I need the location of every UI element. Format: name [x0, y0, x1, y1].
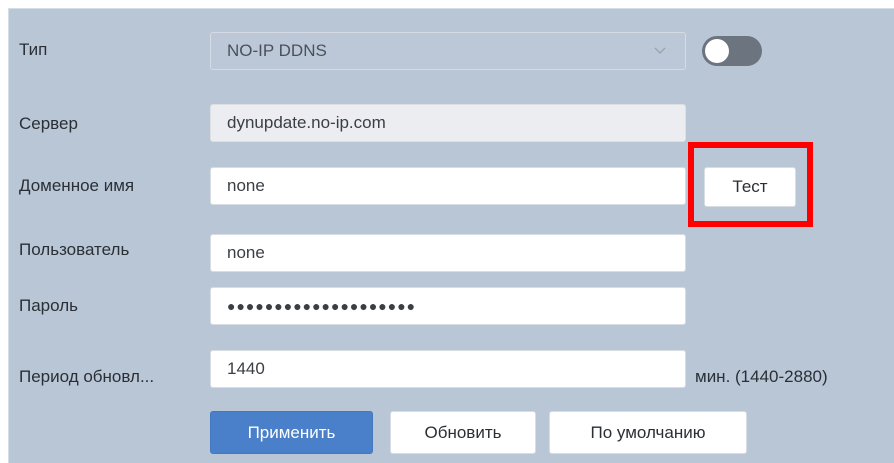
user-label: Пользователь — [19, 240, 130, 259]
highlight-box — [688, 142, 813, 227]
chevron-down-icon — [654, 47, 666, 54]
server-field: dynupdate.no-ip.com — [210, 104, 686, 142]
password-input[interactable]: ●●●●●●●●●●●●●●●●●●●● — [210, 287, 686, 325]
type-select-value: NO-IP DDNS — [227, 41, 327, 60]
user-input[interactable]: none — [210, 234, 686, 272]
domain-label: Доменное имя — [19, 176, 135, 195]
refresh-button[interactable]: Обновить — [390, 411, 536, 454]
period-input[interactable]: 1440 — [210, 350, 686, 388]
ddns-enable-toggle[interactable] — [702, 36, 762, 66]
server-label: Сервер — [19, 114, 78, 133]
apply-button[interactable]: Применить — [210, 411, 373, 454]
default-button[interactable]: По умолчанию — [549, 411, 747, 454]
toggle-knob — [705, 39, 729, 63]
period-unit: мин. (1440-2880) — [695, 367, 828, 386]
password-label: Пароль — [19, 296, 78, 315]
period-label: Период обновл... — [19, 367, 155, 386]
type-label: Тип — [19, 40, 48, 59]
type-select[interactable]: NO-IP DDNS — [210, 32, 686, 70]
domain-input[interactable]: none — [210, 167, 686, 205]
